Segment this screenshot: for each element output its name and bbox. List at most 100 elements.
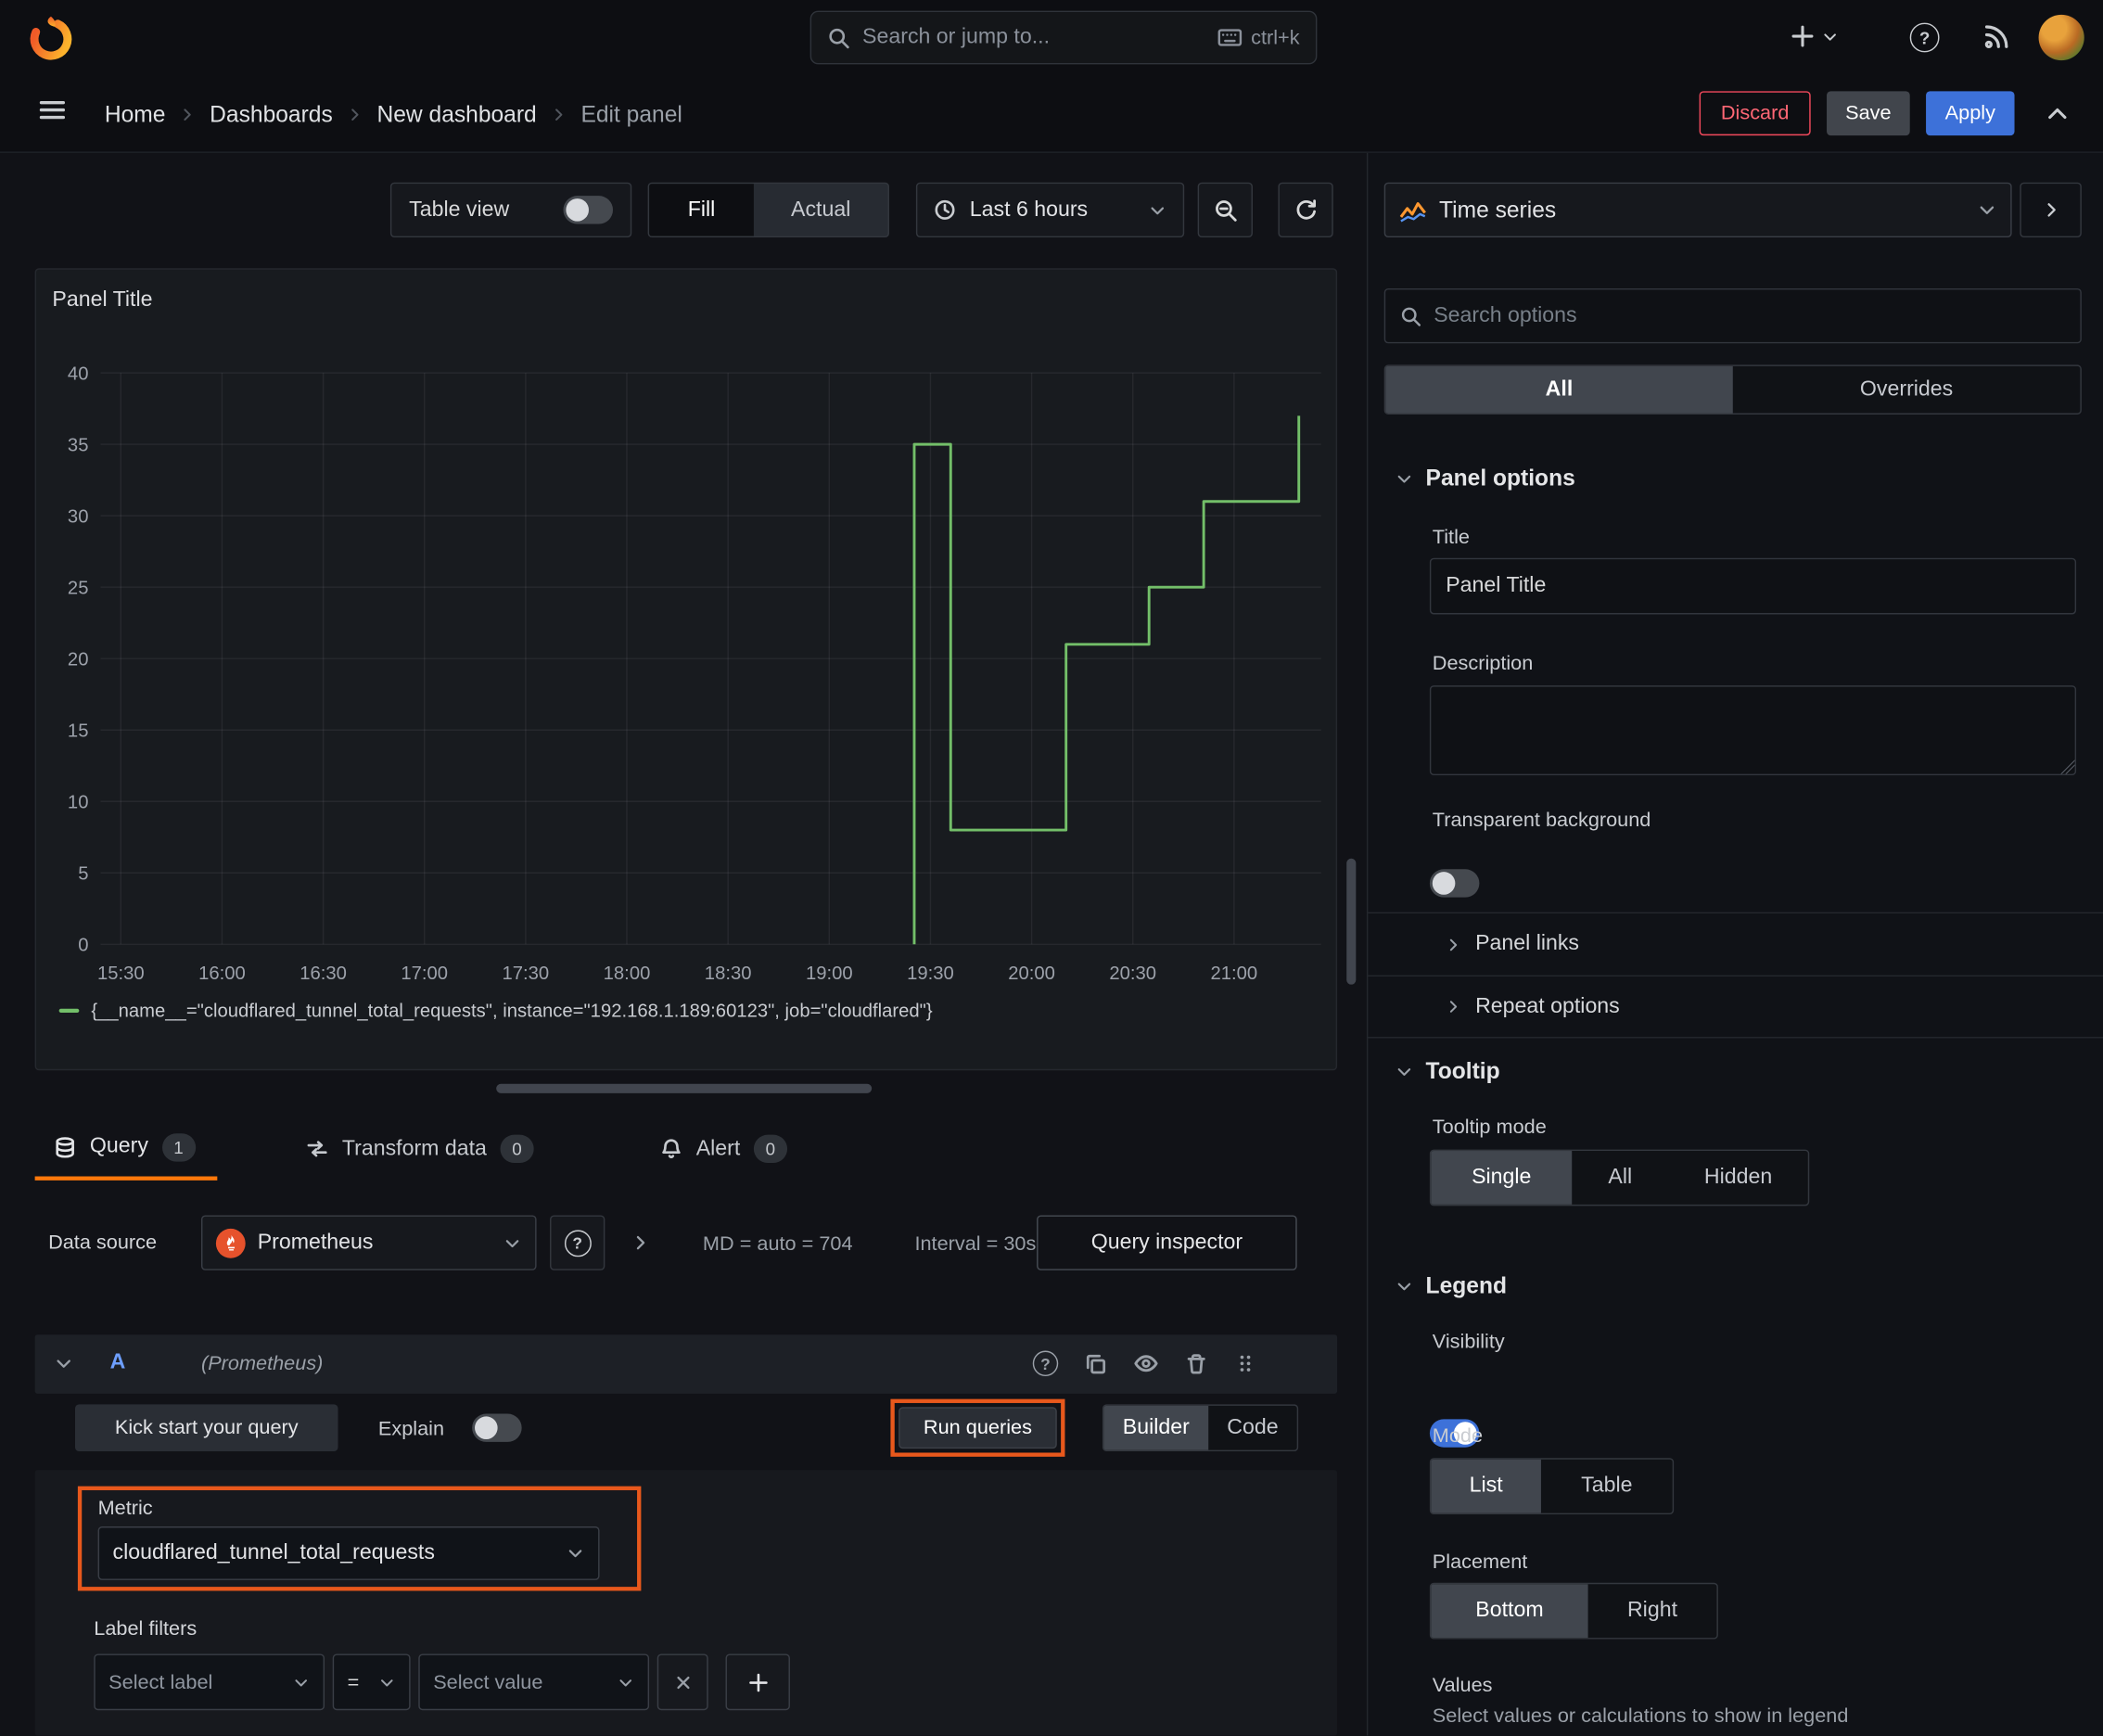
svg-text:19:00: 19:00	[806, 964, 853, 982]
remove-filter-button[interactable]	[656, 1653, 708, 1711]
tab-alert[interactable]: Alert 0	[641, 1117, 809, 1181]
delete-query-button[interactable]	[1184, 1351, 1208, 1375]
zoom-out-time-button[interactable]	[1197, 182, 1253, 238]
metric-select[interactable]: cloudflared_tunnel_total_requests	[97, 1526, 600, 1580]
panel-options-header[interactable]: Panel options	[1395, 465, 1575, 492]
table-view-toggle[interactable]	[563, 196, 614, 224]
metric-label: Metric	[97, 1497, 153, 1520]
repeat-options-section[interactable]: Repeat options	[1366, 975, 2103, 1039]
legend-mode-list[interactable]: List	[1431, 1459, 1541, 1513]
visibility-label: Visibility	[1432, 1330, 1505, 1354]
chevron-down-icon	[1397, 1068, 1411, 1076]
grafana-logo[interactable]	[27, 13, 75, 61]
legend-mode-table[interactable]: Table	[1541, 1460, 1673, 1513]
collapse-sidebar-button[interactable]	[2020, 182, 2082, 238]
save-button[interactable]: Save	[1827, 91, 1910, 136]
grafana-logo-icon	[30, 16, 72, 60]
collapse-options-button[interactable]	[2044, 100, 2071, 127]
search-options[interactable]	[1383, 287, 2082, 344]
kick-start-query-button[interactable]: Kick start your query	[75, 1404, 338, 1452]
vertical-scrollbar-thumb[interactable]	[1346, 858, 1357, 985]
title-input[interactable]	[1446, 574, 2060, 599]
legend-placement-bottom[interactable]: Bottom	[1431, 1584, 1588, 1639]
display-mode-fill[interactable]: Fill	[649, 184, 754, 236]
visualization-picker[interactable]: Time series	[1383, 182, 2012, 238]
title-label: Title	[1432, 526, 1470, 549]
chevron-down-icon	[1824, 32, 1836, 40]
query-help-button[interactable]: ?	[1032, 1350, 1059, 1377]
explain-toggle[interactable]	[472, 1413, 522, 1442]
drag-handle[interactable]	[1234, 1352, 1257, 1375]
time-series-chart[interactable]: 0 5 10 15 20 25 30 35 40 15:30 16:00 16:30 17:00 17:3…	[45, 343, 1328, 984]
run-queries-button[interactable]: Run queries	[899, 1407, 1057, 1449]
legend-placement-right[interactable]: Right	[1588, 1584, 1717, 1638]
datasource-picker[interactable]: Prometheus	[200, 1215, 537, 1270]
breadcrumb-new-dashboard[interactable]: New dashboard	[376, 101, 536, 128]
chart-legend[interactable]: {__name__="cloudflared_tunnel_total_requ…	[58, 1000, 933, 1021]
collapse-query-icon[interactable]	[54, 1353, 74, 1373]
title-field[interactable]	[1429, 557, 2077, 615]
operator-dropdown[interactable]: =	[332, 1653, 411, 1711]
user-avatar[interactable]	[2038, 14, 2084, 61]
chevron-down-icon	[1148, 200, 1166, 219]
search-options-input[interactable]	[1434, 303, 2066, 328]
editor-mode-code[interactable]: Code	[1208, 1406, 1296, 1450]
rss-icon	[1984, 25, 2008, 49]
tab-overrides[interactable]: Overrides	[1733, 366, 2081, 414]
transparent-background-toggle[interactable]	[1429, 869, 1480, 898]
breadcrumb-home[interactable]: Home	[105, 101, 166, 128]
svg-text:17:00: 17:00	[401, 964, 448, 982]
svg-text:15:30: 15:30	[97, 964, 145, 982]
panel-links-section[interactable]: Panel links	[1366, 912, 2103, 976]
new-menu-button[interactable]	[1790, 23, 1840, 50]
legend-swatch	[58, 1007, 80, 1013]
menu-button[interactable]	[38, 96, 68, 125]
global-search-input[interactable]	[862, 25, 1205, 50]
refresh-button[interactable]	[1278, 182, 1333, 238]
database-icon	[56, 1136, 74, 1157]
tooltip-mode-all[interactable]: All	[1572, 1151, 1668, 1205]
select-label-dropdown[interactable]: Select label	[94, 1653, 325, 1711]
duplicate-query-button[interactable]	[1084, 1351, 1108, 1375]
horizontal-scrollbar-thumb[interactable]	[496, 1083, 873, 1093]
display-mode-actual[interactable]: Actual	[754, 184, 888, 236]
legend-placement-switch: Bottom Right	[1429, 1582, 1718, 1640]
legend-header[interactable]: Legend	[1395, 1273, 1507, 1300]
select-value-dropdown[interactable]: Select value	[418, 1653, 650, 1711]
svg-text:16:30: 16:30	[300, 964, 347, 982]
tooltip-mode-single[interactable]: Single	[1431, 1151, 1573, 1205]
tab-query[interactable]: Query 1	[34, 1117, 217, 1181]
chevron-right-icon	[2046, 203, 2056, 217]
toggle-query-visibility-button[interactable]	[1133, 1351, 1158, 1376]
tab-transform-data[interactable]: Transform data 0	[287, 1117, 555, 1181]
datasource-help-button[interactable]: ?	[550, 1215, 605, 1270]
query-ref-id[interactable]: A	[110, 1351, 126, 1375]
apply-button[interactable]: Apply	[1926, 91, 2015, 136]
search-icon	[1400, 305, 1421, 326]
add-filter-button[interactable]	[725, 1653, 790, 1711]
help-button[interactable]: ?	[1909, 22, 1940, 53]
discard-button[interactable]: Discard	[1699, 91, 1811, 136]
news-button[interactable]	[1982, 23, 2010, 51]
header: ctrl+k ? Home Dashboards New da	[0, 0, 2103, 153]
tooltip-header[interactable]: Tooltip	[1395, 1058, 1500, 1085]
table-view-control: Table view	[389, 182, 632, 238]
editor-mode-builder[interactable]: Builder	[1103, 1405, 1209, 1450]
time-range-picker[interactable]: Last 6 hours	[915, 182, 1185, 238]
panel-options-heading: Panel options	[1425, 465, 1575, 491]
global-search[interactable]: ctrl+k	[809, 10, 1318, 65]
panel-title[interactable]: Panel Title	[52, 288, 152, 313]
tab-all[interactable]: All	[1385, 365, 1733, 414]
svg-text:35: 35	[68, 435, 89, 455]
x-icon	[676, 1676, 689, 1689]
query-row-header[interactable]: A (Prometheus) ?	[34, 1334, 1338, 1394]
svg-text:18:00: 18:00	[604, 964, 651, 982]
tooltip-mode-hidden[interactable]: Hidden	[1668, 1151, 1807, 1205]
query-options-expand-icon[interactable]	[631, 1232, 651, 1253]
breadcrumb-dashboards[interactable]: Dashboards	[210, 101, 333, 128]
shortcut-hint: ctrl+k	[1217, 26, 1300, 49]
options-tabs: All Overrides	[1383, 364, 2082, 415]
description-textarea[interactable]	[1429, 685, 2077, 776]
svg-text:40: 40	[68, 364, 89, 384]
query-inspector-button[interactable]: Query inspector	[1037, 1215, 1297, 1270]
